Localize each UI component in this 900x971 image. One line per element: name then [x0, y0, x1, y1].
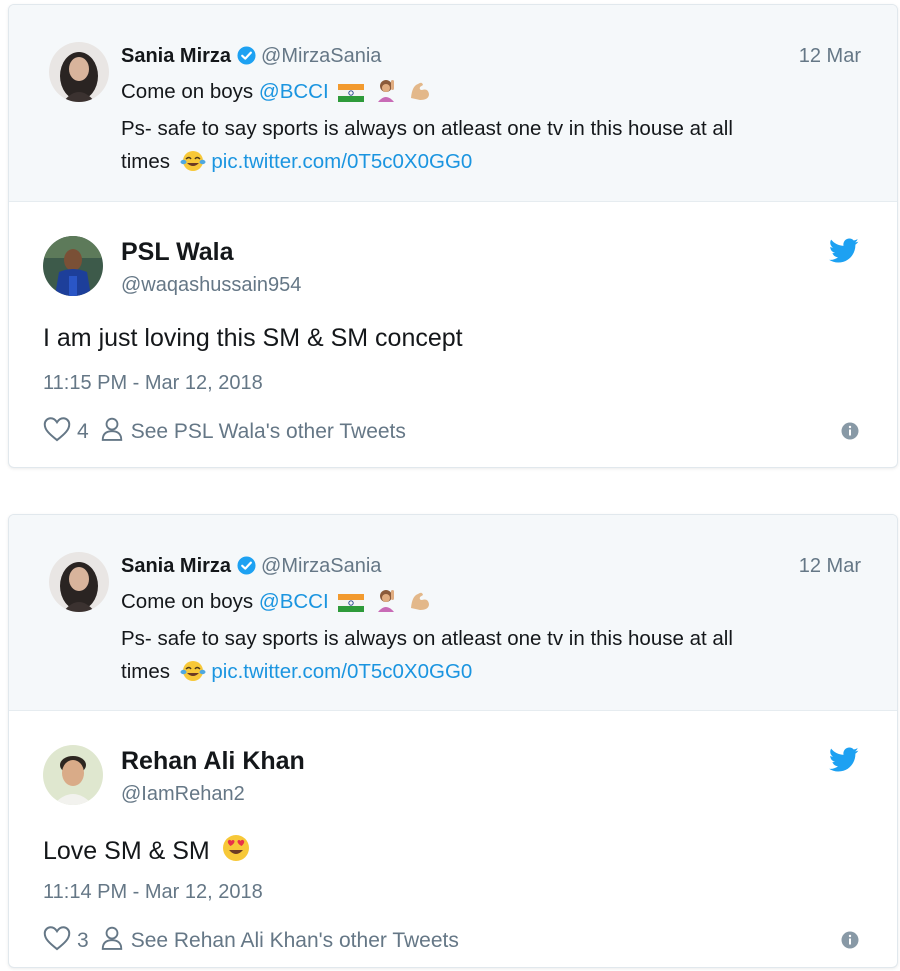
- quoted-author-name[interactable]: Sania Mirza: [121, 555, 231, 577]
- person-icon[interactable]: [101, 417, 123, 447]
- avatar[interactable]: [43, 745, 103, 805]
- pic-link[interactable]: pic.twitter.com/0T5c0X0GG0: [211, 150, 472, 173]
- quoted-author-handle[interactable]: @MirzaSania: [261, 555, 381, 577]
- heart-eyes-icon: [221, 833, 251, 870]
- reply-text: Love SM & SM: [43, 833, 251, 870]
- reply-timestamp[interactable]: 11:15 PM - Mar 12, 2018: [43, 372, 263, 395]
- info-icon[interactable]: [841, 422, 859, 445]
- pic-link[interactable]: pic.twitter.com/0T5c0X0GG0: [211, 660, 472, 683]
- like-count[interactable]: 4: [77, 420, 89, 444]
- reply-author-handle[interactable]: @waqashussain954: [121, 274, 301, 297]
- quoted-line-1: Come on boys @BCCI: [121, 585, 847, 622]
- reply-author-name[interactable]: Rehan Ali Khan: [121, 747, 305, 776]
- reply-author-handle[interactable]: @IamRehan2: [121, 783, 245, 806]
- quoted-author-name[interactable]: Sania Mirza: [121, 45, 231, 67]
- reply-timestamp[interactable]: 11:14 PM - Mar 12, 2018: [43, 881, 263, 904]
- embedded-tweet-card: Sania Mirza @MirzaSania 12 Mar Come on bo…: [8, 4, 898, 468]
- twitter-bird-icon[interactable]: [829, 238, 859, 269]
- verified-badge-icon: [237, 45, 256, 73]
- reply-text-content: Love SM & SM: [43, 837, 210, 865]
- quoted-header: Sania Mirza @MirzaSania 12 Mar: [121, 42, 861, 73]
- verified-badge-icon: [237, 555, 256, 583]
- reply-actions: 4 See PSL Wala's other Tweets: [43, 416, 406, 448]
- india-flag-icon: [338, 589, 365, 622]
- heart-icon[interactable]: [43, 416, 71, 448]
- mention-link[interactable]: @BCCI: [259, 80, 329, 103]
- woman-raising-hand-icon: [374, 78, 398, 112]
- avatar[interactable]: [49, 552, 109, 612]
- quoted-tweet-text: Come on boys @BCCI Ps- safe to say sport…: [121, 75, 847, 182]
- tears-of-joy-icon: [180, 149, 206, 182]
- quoted-author-handle[interactable]: @MirzaSania: [261, 45, 381, 67]
- reply-text: I am just loving this SM & SM concept: [43, 324, 463, 352]
- mention-link[interactable]: @BCCI: [259, 590, 329, 613]
- info-icon[interactable]: [841, 931, 859, 954]
- person-icon[interactable]: [101, 926, 123, 956]
- avatar[interactable]: [49, 42, 109, 102]
- see-other-tweets-link[interactable]: See Rehan Ali Khan's other Tweets: [131, 929, 459, 953]
- woman-raising-hand-icon: [374, 588, 398, 622]
- quoted-line-3: times pic.twitter.com/0T5c0X0GG0: [121, 655, 847, 692]
- quoted-line-3-text: times: [121, 660, 170, 683]
- reply-actions: 3 See Rehan Ali Khan's other Tweets: [43, 925, 459, 957]
- see-other-tweets-link[interactable]: See PSL Wala's other Tweets: [131, 420, 406, 444]
- reply-author-name[interactable]: PSL Wala: [121, 238, 234, 267]
- quoted-header: Sania Mirza @MirzaSania 12 Mar: [121, 552, 861, 583]
- quoted-line-3: times pic.twitter.com/0T5c0X0GG0: [121, 145, 847, 182]
- quoted-tweet[interactable]: Sania Mirza @MirzaSania 12 Mar Come on bo…: [9, 5, 897, 202]
- quoted-tweet[interactable]: Sania Mirza @MirzaSania 12 Mar Come on bo…: [9, 515, 897, 711]
- flexed-biceps-icon: [408, 588, 432, 622]
- quoted-date[interactable]: 12 Mar: [799, 42, 861, 70]
- quoted-line-2: Ps- safe to say sports is always on atle…: [121, 627, 733, 650]
- quoted-tweet-text: Come on boys @BCCI Ps- safe to say sport…: [121, 585, 847, 692]
- flexed-biceps-icon: [408, 78, 432, 112]
- heart-icon[interactable]: [43, 925, 71, 957]
- quoted-line-3-text: times: [121, 150, 170, 173]
- avatar[interactable]: [43, 236, 103, 296]
- quoted-line-2: Ps- safe to say sports is always on atle…: [121, 117, 733, 140]
- twitter-bird-icon[interactable]: [829, 747, 859, 778]
- quoted-line-1-text: Come on boys: [121, 590, 254, 613]
- quoted-line-1: Come on boys @BCCI: [121, 75, 847, 112]
- quoted-line-1-text: Come on boys: [121, 80, 254, 103]
- india-flag-icon: [338, 79, 365, 112]
- tears-of-joy-icon: [180, 659, 206, 692]
- embedded-tweet-card: Sania Mirza @MirzaSania 12 Mar Come on bo…: [8, 514, 898, 968]
- like-count[interactable]: 3: [77, 929, 89, 953]
- quoted-date[interactable]: 12 Mar: [799, 552, 861, 580]
